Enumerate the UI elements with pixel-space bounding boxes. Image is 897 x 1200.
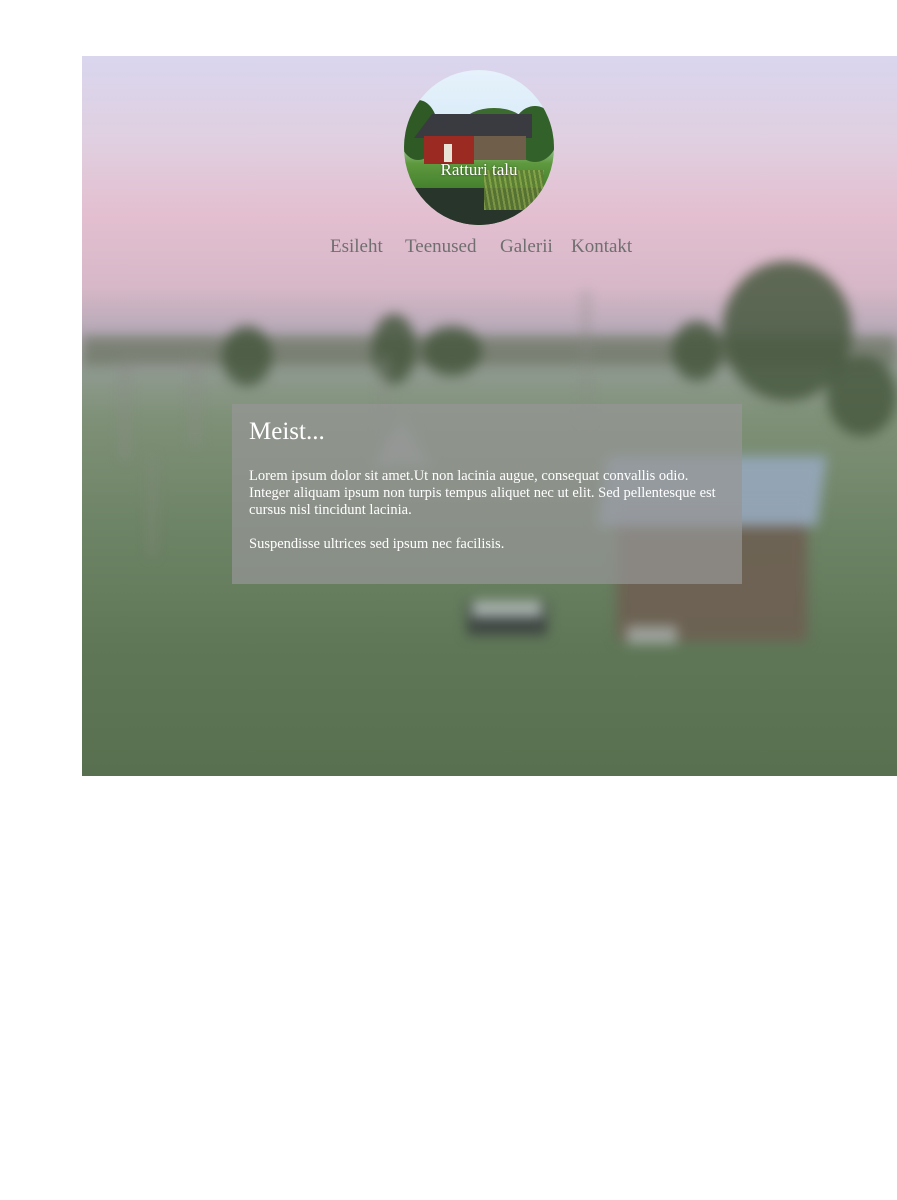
about-panel: Meist... Lorem ipsum dolor sit amet.Ut n… xyxy=(232,404,742,584)
hero-background: Ratturi talu Esileht Teenused Galerii Ko… xyxy=(82,56,897,776)
main-nav: Esileht Teenused Galerii Kontakt xyxy=(82,236,897,262)
nav-item-kontakt[interactable]: Kontakt xyxy=(571,236,632,258)
logo-label: Ratturi talu xyxy=(440,160,518,179)
site-logo[interactable]: Ratturi talu xyxy=(404,70,554,225)
about-paragraph: Suspendisse ultrices sed ipsum nec facil… xyxy=(249,536,505,552)
about-heading: Meist... xyxy=(249,418,325,445)
about-paragraph: Lorem ipsum dolor sit amet.Ut non lacini… xyxy=(249,468,716,518)
nav-item-galerii[interactable]: Galerii xyxy=(500,236,553,258)
nav-item-esileht[interactable]: Esileht xyxy=(330,236,383,258)
nav-item-teenused[interactable]: Teenused xyxy=(405,236,476,258)
